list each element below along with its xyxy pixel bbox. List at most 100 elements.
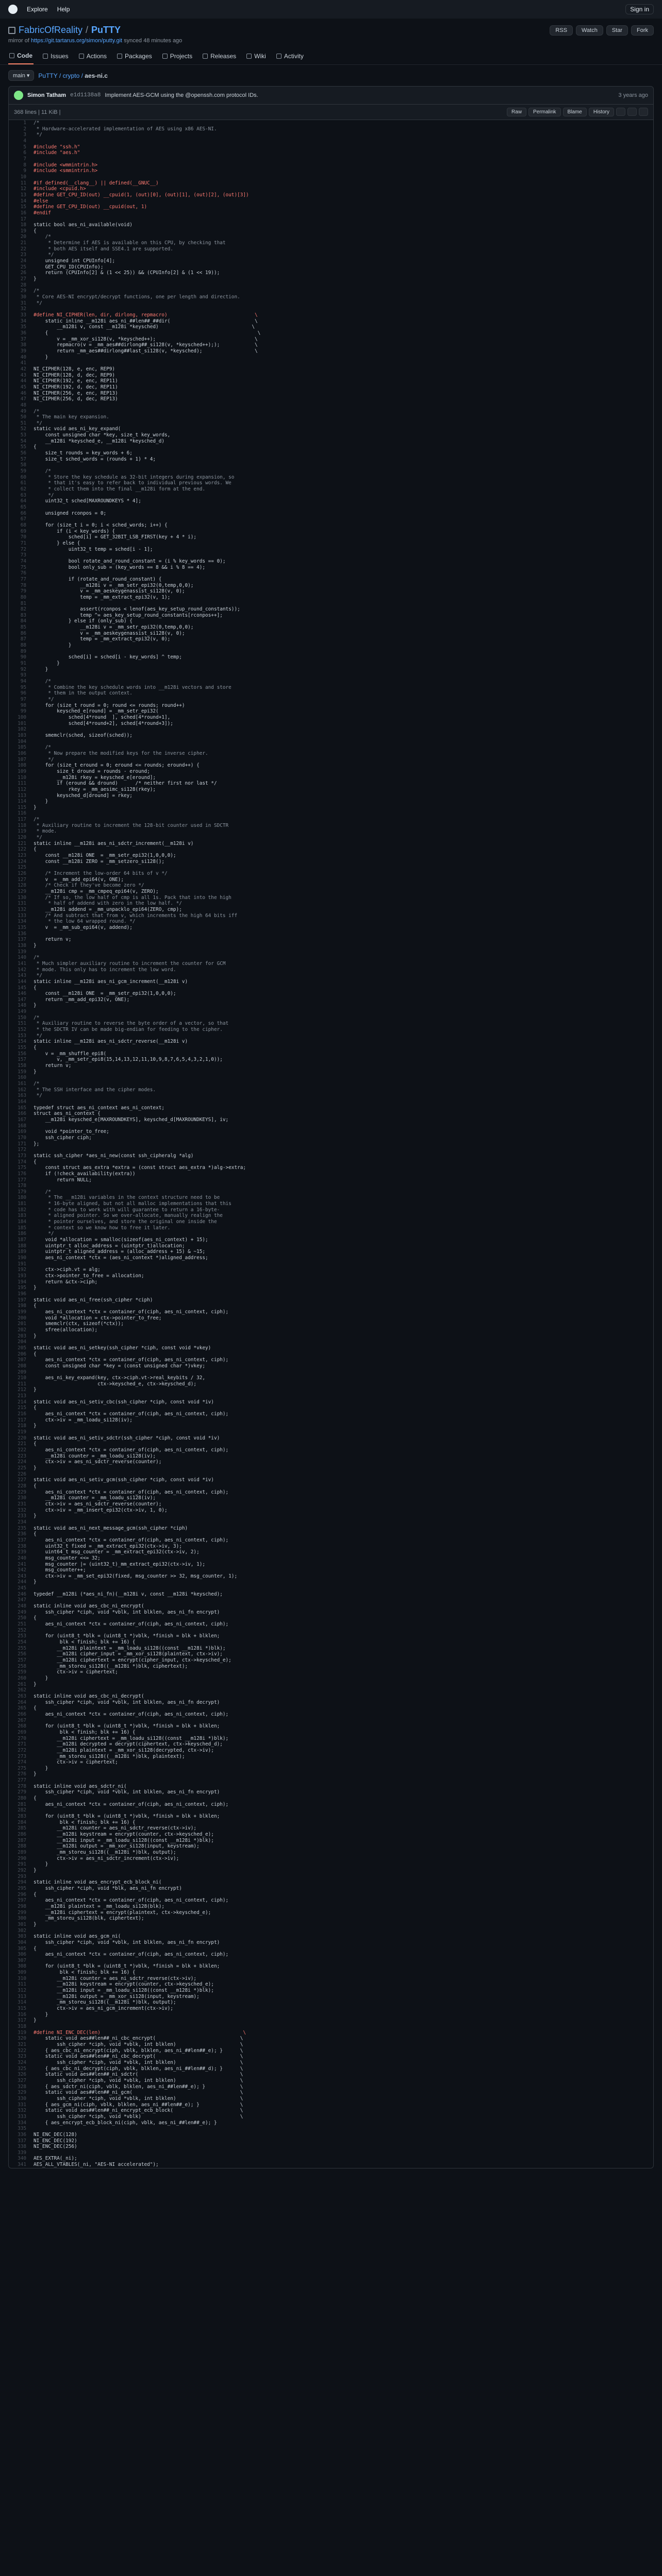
line-number[interactable]: 209 — [9, 1369, 34, 1376]
line-number[interactable]: 258 — [9, 1664, 34, 1670]
line-number[interactable]: 197 — [9, 1297, 34, 1303]
line-number[interactable]: 321 — [9, 2042, 34, 2048]
line-number[interactable]: 81 — [9, 601, 34, 607]
line-number[interactable]: 293 — [9, 1874, 34, 1880]
line-number[interactable]: 22 — [9, 246, 34, 252]
line-number[interactable]: 95 — [9, 685, 34, 691]
repo-name-link[interactable]: PuTTY — [91, 25, 121, 36]
line-number[interactable]: 58 — [9, 462, 34, 468]
line-number[interactable]: 3 — [9, 132, 34, 138]
line-number[interactable]: 217 — [9, 1417, 34, 1423]
line-number[interactable]: 332 — [9, 2108, 34, 2114]
line-number[interactable]: 152 — [9, 1027, 34, 1033]
line-number[interactable]: 72 — [9, 547, 34, 553]
line-number[interactable]: 165 — [9, 1105, 34, 1111]
watch-button[interactable]: Watch — [576, 25, 603, 36]
mirror-url-link[interactable]: https://git.tartarus.org/simon/putty.git — [31, 38, 122, 44]
line-number[interactable]: 235 — [9, 1526, 34, 1532]
line-number[interactable]: 282 — [9, 1807, 34, 1814]
line-number[interactable]: 311 — [9, 1981, 34, 1988]
permalink-button[interactable]: Permalink — [528, 108, 561, 116]
line-number[interactable]: 304 — [9, 1940, 34, 1946]
line-number[interactable]: 139 — [9, 949, 34, 955]
line-number[interactable]: 286 — [9, 1832, 34, 1838]
line-number[interactable]: 67 — [9, 516, 34, 522]
line-number[interactable]: 115 — [9, 805, 34, 811]
line-number[interactable]: 36 — [9, 330, 34, 336]
line-number[interactable]: 298 — [9, 1904, 34, 1910]
line-number[interactable]: 221 — [9, 1441, 34, 1447]
line-number[interactable]: 246 — [9, 1591, 34, 1598]
line-number[interactable]: 77 — [9, 577, 34, 583]
line-number[interactable]: 317 — [9, 2018, 34, 2024]
line-number[interactable]: 279 — [9, 1789, 34, 1795]
line-number[interactable]: 48 — [9, 402, 34, 409]
line-number[interactable]: 161 — [9, 1081, 34, 1087]
line-number[interactable]: 37 — [9, 336, 34, 343]
line-number[interactable]: 71 — [9, 540, 34, 547]
line-number[interactable]: 285 — [9, 1825, 34, 1832]
line-number[interactable]: 244 — [9, 1579, 34, 1585]
line-number[interactable]: 254 — [9, 1639, 34, 1646]
line-number[interactable]: 272 — [9, 1748, 34, 1754]
line-number[interactable]: 40 — [9, 354, 34, 361]
line-number[interactable]: 233 — [9, 1513, 34, 1519]
line-number[interactable]: 303 — [9, 1934, 34, 1940]
line-number[interactable]: 128 — [9, 883, 34, 889]
line-number[interactable]: 322 — [9, 2048, 34, 2054]
line-number[interactable]: 169 — [9, 1129, 34, 1135]
line-number[interactable]: 131 — [9, 901, 34, 907]
line-number[interactable]: 110 — [9, 775, 34, 781]
line-number[interactable]: 335 — [9, 2126, 34, 2132]
line-number[interactable]: 315 — [9, 2006, 34, 2012]
line-number[interactable]: 159 — [9, 1069, 34, 1075]
line-number[interactable]: 19 — [9, 228, 34, 234]
line-number[interactable]: 66 — [9, 511, 34, 517]
line-number[interactable]: 330 — [9, 2096, 34, 2102]
line-number[interactable]: 101 — [9, 721, 34, 727]
line-number[interactable]: 326 — [9, 2072, 34, 2078]
line-number[interactable]: 1 — [9, 120, 34, 126]
line-number[interactable]: 336 — [9, 2132, 34, 2138]
branch-dropdown[interactable]: main ▾ — [8, 70, 35, 81]
line-number[interactable]: 114 — [9, 799, 34, 805]
line-number[interactable]: 264 — [9, 1700, 34, 1706]
line-number[interactable]: 68 — [9, 522, 34, 529]
download-icon[interactable] — [616, 108, 625, 116]
line-number[interactable]: 301 — [9, 1922, 34, 1928]
line-number[interactable]: 47 — [9, 396, 34, 402]
breadcrumb-repo[interactable]: PuTTY — [38, 72, 57, 79]
line-number[interactable]: 50 — [9, 414, 34, 420]
line-number[interactable]: 63 — [9, 493, 34, 499]
line-number[interactable]: 218 — [9, 1423, 34, 1429]
line-number[interactable]: 158 — [9, 1063, 34, 1069]
line-number[interactable]: 198 — [9, 1303, 34, 1309]
line-number[interactable]: 34 — [9, 318, 34, 325]
line-number[interactable]: 135 — [9, 925, 34, 931]
line-number[interactable]: 112 — [9, 787, 34, 793]
line-number[interactable]: 231 — [9, 1501, 34, 1507]
line-number[interactable]: 307 — [9, 1958, 34, 1964]
line-number[interactable]: 80 — [9, 595, 34, 601]
line-number[interactable]: 178 — [9, 1183, 34, 1189]
line-number[interactable]: 97 — [9, 697, 34, 703]
line-number[interactable]: 26 — [9, 270, 34, 276]
line-number[interactable]: 74 — [9, 558, 34, 565]
line-number[interactable]: 70 — [9, 534, 34, 540]
line-number[interactable]: 252 — [9, 1628, 34, 1634]
line-number[interactable]: 206 — [9, 1351, 34, 1358]
line-number[interactable]: 292 — [9, 1868, 34, 1874]
line-number[interactable]: 185 — [9, 1225, 34, 1231]
line-number[interactable]: 234 — [9, 1519, 34, 1526]
line-number[interactable]: 338 — [9, 2144, 34, 2150]
line-number[interactable]: 310 — [9, 1976, 34, 1982]
line-number[interactable]: 5 — [9, 144, 34, 150]
line-number[interactable]: 31 — [9, 300, 34, 307]
line-number[interactable]: 320 — [9, 2036, 34, 2042]
line-number[interactable]: 49 — [9, 409, 34, 415]
line-number[interactable]: 170 — [9, 1135, 34, 1141]
tab-activity[interactable]: Activity — [275, 49, 305, 64]
line-number[interactable]: 212 — [9, 1387, 34, 1393]
line-number[interactable]: 153 — [9, 1033, 34, 1039]
line-number[interactable]: 189 — [9, 1249, 34, 1255]
